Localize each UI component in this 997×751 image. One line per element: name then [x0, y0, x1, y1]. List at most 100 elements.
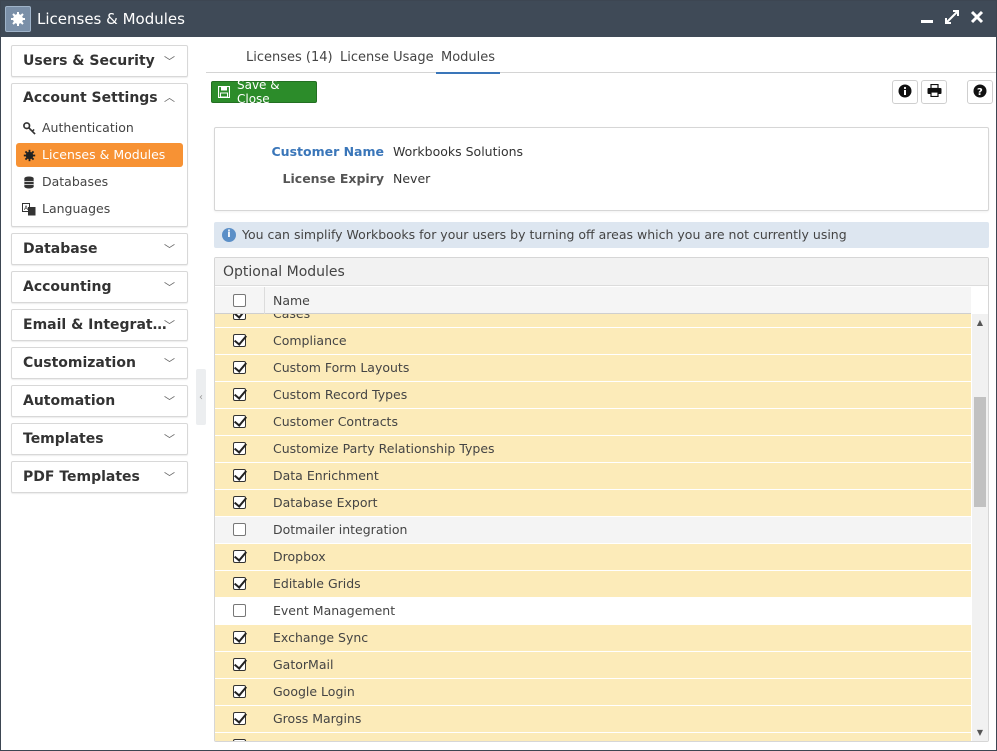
- module-checkbox[interactable]: [233, 415, 246, 428]
- grid-scrollbar[interactable]: ▲ ▼: [972, 314, 988, 741]
- print-icon: [927, 83, 942, 100]
- module-row[interactable]: Cases: [215, 314, 971, 328]
- module-row[interactable]: Custom Record Types: [215, 382, 971, 409]
- module-checkbox[interactable]: [233, 314, 246, 320]
- module-row[interactable]: Database Export: [215, 490, 971, 517]
- sidebar-group-label: Database: [23, 241, 98, 257]
- sidebar-group-database[interactable]: Database ﹀: [11, 233, 188, 265]
- sidebar-group-email-integration[interactable]: Email & Integrat… ﹀: [11, 309, 188, 341]
- sidebar-group-header[interactable]: Accounting ﹀: [12, 272, 187, 302]
- module-checkbox[interactable]: [233, 496, 246, 509]
- sidebar-group-automation[interactable]: Automation ﹀: [11, 385, 188, 417]
- tab-license-usage[interactable]: License Usage: [335, 50, 439, 73]
- module-name: Customer Contracts: [273, 414, 398, 429]
- sidebar-group-templates[interactable]: Templates ﹀: [11, 423, 188, 455]
- sidebar-group-header[interactable]: PDF Templates ﹀: [12, 462, 187, 492]
- chevron-down-icon: ﹀: [164, 281, 175, 294]
- module-row[interactable]: Gross Margins: [215, 706, 971, 733]
- module-checkbox[interactable]: [233, 739, 246, 741]
- info-notice: i You can simplify Workbooks for your us…: [214, 222, 989, 248]
- module-row[interactable]: Editable Grids: [215, 571, 971, 598]
- sidebar-group-header[interactable]: Automation ﹀: [12, 386, 187, 416]
- sidebar-item-licenses-modules[interactable]: Licenses & Modules: [16, 143, 183, 167]
- scrollbar-thumb[interactable]: [974, 397, 986, 507]
- tab-modules[interactable]: Modules: [436, 50, 501, 74]
- save-close-button[interactable]: Save & Close: [211, 78, 317, 106]
- sidebar-item-languages[interactable]: A Languages: [16, 197, 183, 221]
- module-checkbox[interactable]: [233, 631, 246, 644]
- sidebar-group-header[interactable]: Customization ﹀: [12, 348, 187, 378]
- module-row[interactable]: Customize Party Relationship Types: [215, 436, 971, 463]
- sidebar-group-header[interactable]: Database ﹀: [12, 234, 187, 264]
- module-row[interactable]: GatorMail: [215, 652, 971, 679]
- module-checkbox[interactable]: [233, 361, 246, 374]
- sidebar-group-label: Templates: [23, 431, 104, 447]
- sidebar-group-header[interactable]: Templates ﹀: [12, 424, 187, 454]
- language-icon: A: [22, 202, 36, 216]
- module-checkbox[interactable]: [233, 334, 246, 347]
- customer-details-card: Customer Name Workbooks Solutions Licens…: [214, 127, 989, 211]
- scroll-down-icon[interactable]: ▼: [972, 726, 988, 740]
- module-checkbox[interactable]: [233, 388, 246, 401]
- sidebar-item-authentication[interactable]: Authentication: [16, 116, 183, 140]
- sidebar-item-databases[interactable]: Databases: [16, 170, 183, 194]
- svg-text:?: ?: [977, 87, 983, 98]
- maximize-icon[interactable]: [942, 9, 962, 29]
- sidebar-group-label: Users & Security: [23, 53, 155, 69]
- module-name: Cases: [273, 314, 310, 321]
- module-row[interactable]: Event Management: [215, 598, 971, 625]
- module-row[interactable]: Data Enrichment: [215, 463, 971, 490]
- scroll-up-icon[interactable]: ▲: [972, 316, 988, 330]
- info-button[interactable]: [892, 80, 918, 104]
- tab-licenses[interactable]: Licenses (14): [241, 50, 338, 73]
- sidebar-group-label: Email & Integrat…: [23, 317, 167, 333]
- module-checkbox[interactable]: [233, 712, 246, 725]
- select-all-cell: [215, 287, 265, 314]
- module-row[interactable]: Dropbox: [215, 544, 971, 571]
- print-button[interactable]: [921, 80, 947, 104]
- module-row[interactable]: Dotmailer integration: [215, 517, 971, 544]
- minimize-icon[interactable]: [917, 9, 937, 29]
- sidebar-group-header[interactable]: Email & Integrat… ﹀: [12, 310, 187, 340]
- close-icon[interactable]: [967, 9, 987, 29]
- license-expiry-value: Never: [393, 171, 431, 186]
- module-name: Gross Margins: [273, 711, 362, 726]
- module-row[interactable]: [215, 733, 971, 741]
- module-row[interactable]: Google Login: [215, 679, 971, 706]
- select-all-checkbox[interactable]: [233, 294, 246, 307]
- sidebar-group-customization[interactable]: Customization ﹀: [11, 347, 188, 379]
- sidebar-group-account-settings[interactable]: Account Settings ︿ Authentication License…: [11, 83, 188, 227]
- title-bar: Licenses & Modules: [1, 1, 996, 37]
- module-checkbox[interactable]: [233, 658, 246, 671]
- help-button[interactable]: ?: [967, 80, 993, 104]
- module-checkbox[interactable]: [233, 685, 246, 698]
- module-checkbox[interactable]: [233, 550, 246, 563]
- customer-name-value: Workbooks Solutions: [393, 144, 524, 159]
- module-row[interactable]: Customer Contracts: [215, 409, 971, 436]
- module-checkbox[interactable]: [233, 442, 246, 455]
- sidebar-item-label: Authentication: [42, 120, 134, 135]
- chevron-down-icon: ﹀: [164, 243, 175, 256]
- sidebar-group-header[interactable]: Account Settings ︿: [12, 84, 187, 112]
- grid-header: Name: [215, 287, 971, 314]
- tab-bar: Licenses (14) License Usage Modules: [206, 45, 996, 74]
- module-checkbox[interactable]: [233, 469, 246, 482]
- chevron-down-icon: ﹀: [164, 433, 175, 446]
- sidebar-group-pdf-templates[interactable]: PDF Templates ﹀: [11, 461, 188, 493]
- sidebar-group-users-security[interactable]: Users & Security ﹀: [11, 45, 188, 77]
- collapse-sidebar-handle[interactable]: ‹: [196, 369, 206, 425]
- module-name: Dropbox: [273, 549, 326, 564]
- license-expiry-row: License Expiry Never: [215, 171, 988, 189]
- column-header-name[interactable]: Name: [273, 293, 310, 308]
- sidebar-group-accounting[interactable]: Accounting ﹀: [11, 271, 188, 303]
- sidebar-group-header[interactable]: Users & Security ﹀: [12, 46, 187, 76]
- licenses-modules-window: Licenses & Modules Users & Security ﹀ Acc…: [0, 0, 997, 751]
- module-name: Custom Form Layouts: [273, 360, 410, 375]
- module-row[interactable]: Exchange Sync: [215, 625, 971, 652]
- module-row[interactable]: Custom Form Layouts: [215, 355, 971, 382]
- module-row[interactable]: Compliance: [215, 328, 971, 355]
- module-checkbox[interactable]: [233, 523, 246, 536]
- module-checkbox[interactable]: [233, 604, 246, 617]
- notice-text: You can simplify Workbooks for your user…: [242, 227, 847, 242]
- module-checkbox[interactable]: [233, 577, 246, 590]
